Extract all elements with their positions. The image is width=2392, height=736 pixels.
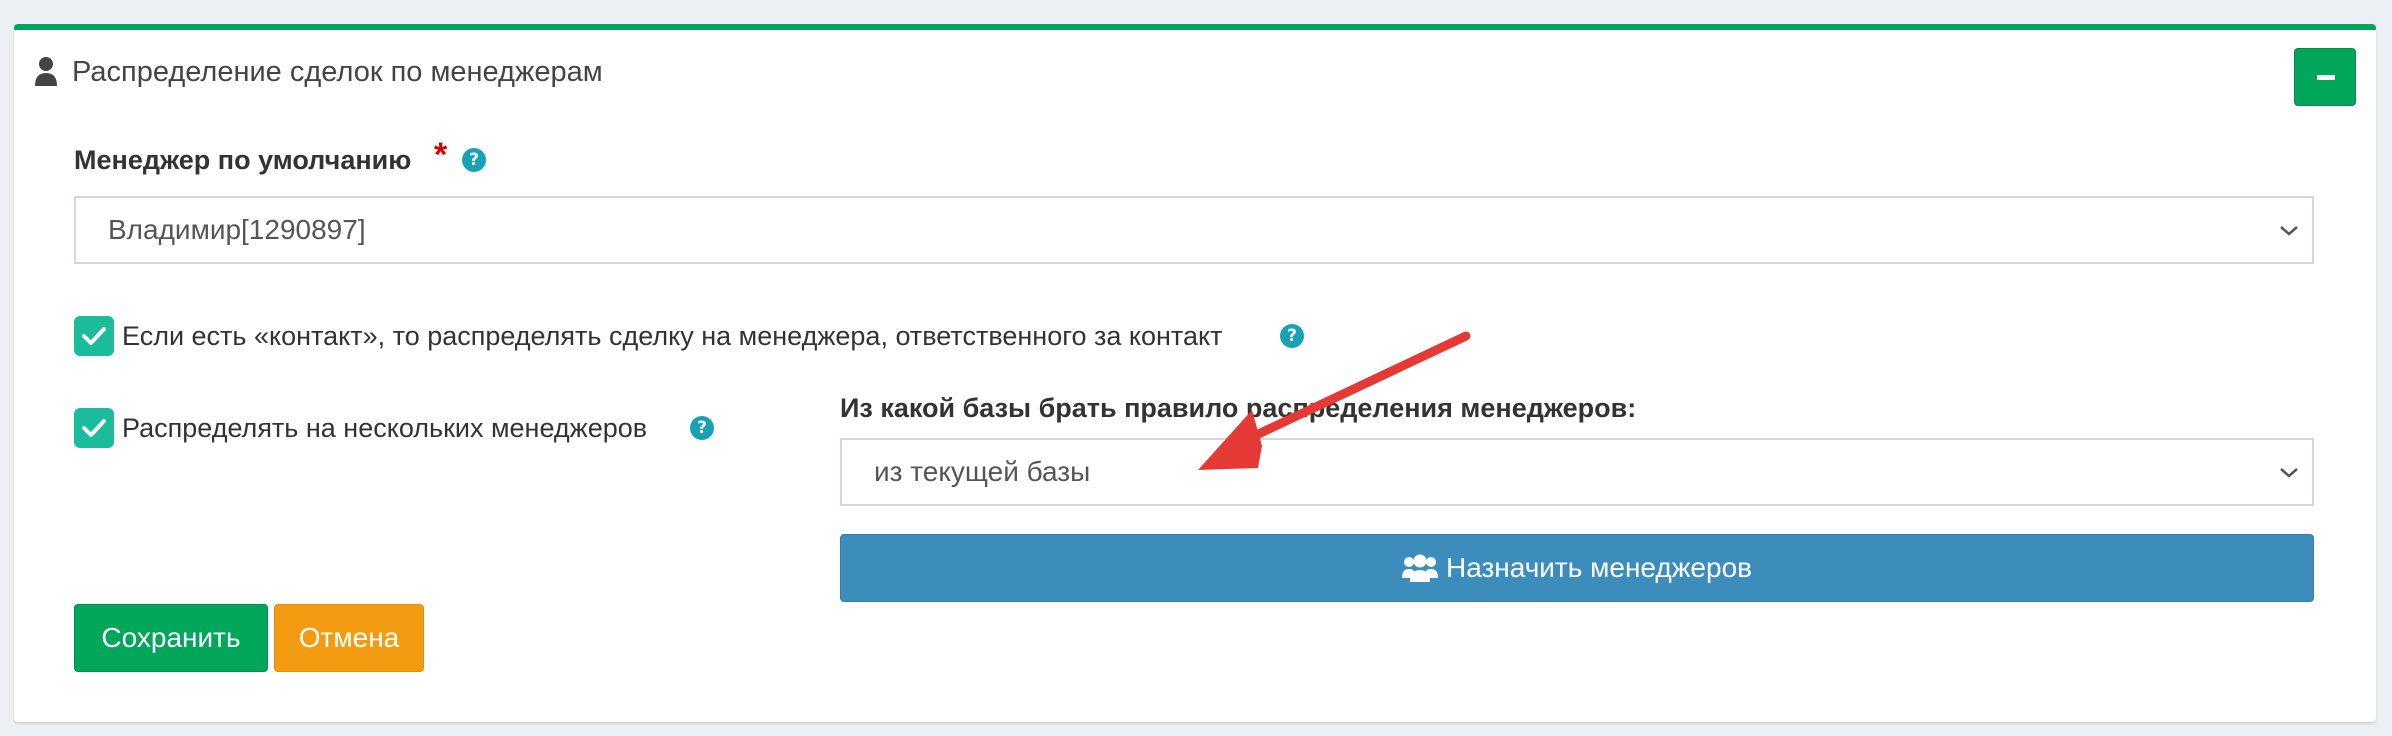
base-rule-select[interactable]: из текущей базы (840, 438, 2314, 506)
cancel-button[interactable]: Отмена (274, 604, 424, 672)
contact-rule-checkbox[interactable] (74, 316, 114, 356)
help-icon[interactable]: ? (690, 416, 714, 440)
check-icon (82, 327, 106, 345)
collapse-button[interactable] (2294, 48, 2356, 106)
assign-managers-label: Назначить менеджеров (1445, 552, 1753, 583)
base-rule-label: Из какой базы брать правило распределени… (840, 393, 1637, 423)
default-manager-select[interactable]: Владимир[1290897] (74, 196, 2314, 264)
default-manager-label: Менеджер по умолчанию (74, 145, 412, 175)
panel-header: Распределение сделок по менеджерам (14, 30, 2376, 110)
multi-managers-label: Распределять на нескольких менеджеров (122, 413, 648, 443)
minus-icon (2317, 75, 2335, 80)
multi-managers-checkbox[interactable] (74, 408, 114, 448)
users-icon (1401, 554, 1438, 582)
chevron-down-icon (2280, 468, 2298, 478)
save-button[interactable]: Сохранить (74, 604, 268, 672)
chevron-down-icon (2280, 226, 2298, 236)
panel-title: Распределение сделок по менеджерам (72, 56, 603, 88)
distribution-panel: Распределение сделок по менеджерам Менед… (14, 24, 2376, 722)
default-manager-value: Владимир[1290897] (108, 214, 366, 245)
required-mark: * (434, 136, 448, 174)
help-icon[interactable]: ? (462, 148, 486, 172)
contact-rule-label: Если есть «контакт», то распределять сде… (122, 321, 1223, 351)
base-rule-value: из текущей базы (874, 456, 1091, 487)
user-icon (35, 57, 57, 86)
check-icon (82, 419, 106, 437)
assign-managers-button[interactable]: Назначить менеджеров (840, 534, 2314, 602)
help-icon[interactable]: ? (1280, 324, 1304, 348)
